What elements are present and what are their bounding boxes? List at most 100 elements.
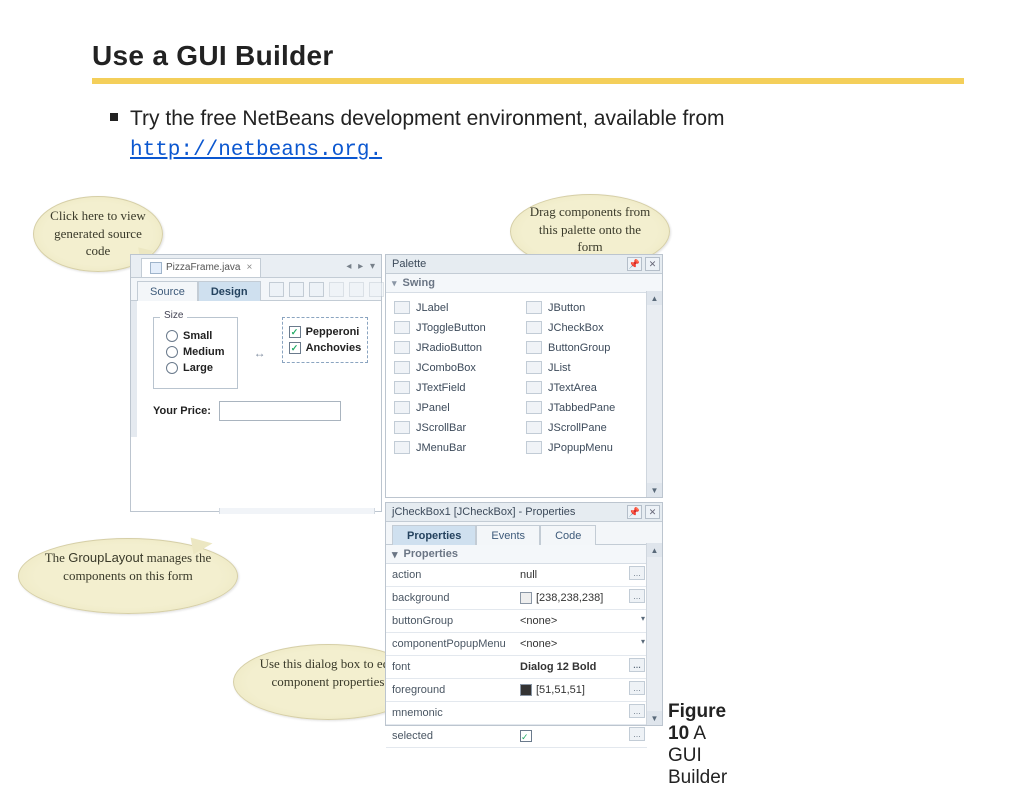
property-value[interactable]: … bbox=[514, 702, 647, 725]
scroll-up-icon[interactable]: ▲ bbox=[647, 291, 662, 305]
toolbar-icon[interactable] bbox=[349, 282, 364, 297]
checkbox-icon[interactable] bbox=[520, 730, 532, 742]
pin-icon[interactable]: 📌 bbox=[627, 505, 642, 519]
property-row[interactable]: selected… bbox=[386, 725, 647, 748]
palette-item-label: JPanel bbox=[416, 402, 450, 414]
palette-item[interactable]: JTextArea bbox=[526, 379, 658, 396]
component-icon bbox=[526, 401, 542, 414]
ellipsis-button[interactable]: … bbox=[629, 658, 645, 672]
checkbox-icon bbox=[289, 326, 301, 338]
radio-icon bbox=[166, 330, 178, 342]
palette-item[interactable]: JLabel bbox=[394, 299, 526, 316]
close-icon[interactable]: ✕ bbox=[645, 257, 660, 271]
scroll-down-icon[interactable]: ▼ bbox=[647, 711, 662, 725]
palette-item[interactable]: JPopupMenu bbox=[526, 439, 658, 456]
file-tab-pizzaframe[interactable]: PizzaFrame.java × bbox=[141, 258, 261, 277]
ellipsis-button[interactable]: … bbox=[629, 589, 645, 603]
callout-grouplayout: The GroupLayout manages the components o… bbox=[18, 538, 238, 614]
chevron-down-icon[interactable]: ▾ bbox=[641, 614, 645, 623]
checkbox-anchovies[interactable]: Anchovies bbox=[289, 342, 362, 354]
property-row[interactable]: mnemonic… bbox=[386, 702, 647, 725]
toolbar-icon[interactable] bbox=[309, 282, 324, 297]
property-value[interactable]: [51,51,51]… bbox=[514, 679, 647, 702]
price-input[interactable] bbox=[219, 401, 341, 421]
radio-small[interactable]: Small bbox=[166, 330, 225, 342]
property-key: background bbox=[386, 587, 514, 610]
property-value[interactable]: <none>▾ bbox=[514, 610, 647, 633]
property-row[interactable]: background[238,238,238]… bbox=[386, 587, 647, 610]
callout-mono: GroupLayout bbox=[68, 550, 143, 565]
section-label: Properties bbox=[404, 548, 458, 560]
scroll-down-icon[interactable]: ▼ bbox=[647, 483, 662, 497]
palette-item[interactable]: JToggleButton bbox=[394, 319, 526, 336]
checkbox-pepperoni[interactable]: Pepperoni bbox=[289, 326, 362, 338]
palette-item[interactable]: JButton bbox=[526, 299, 658, 316]
property-row[interactable]: buttonGroup<none>▾ bbox=[386, 610, 647, 633]
section-label: Swing bbox=[403, 277, 435, 289]
tab-nav-arrows[interactable]: ◂ ▸ ▾ bbox=[346, 261, 377, 272]
toolbar-icon[interactable] bbox=[329, 282, 344, 297]
component-icon bbox=[526, 441, 542, 454]
property-key: foreground bbox=[386, 679, 514, 702]
close-icon[interactable]: ✕ bbox=[645, 505, 660, 519]
design-canvas[interactable]: Size Small Medium Large ↔ Pepperoni Anch… bbox=[131, 301, 381, 437]
chevron-down-icon[interactable]: ▾ bbox=[641, 637, 645, 646]
ellipsis-button[interactable]: … bbox=[629, 566, 645, 580]
palette-item[interactable]: JList bbox=[526, 359, 658, 376]
palette-item[interactable]: JScrollBar bbox=[394, 419, 526, 436]
toolbar-icon[interactable] bbox=[369, 282, 384, 297]
scroll-up-icon[interactable]: ▲ bbox=[647, 543, 662, 557]
tab-code[interactable]: Code bbox=[540, 525, 596, 545]
property-value[interactable]: [238,238,238]… bbox=[514, 587, 647, 610]
palette-item[interactable]: JMenuBar bbox=[394, 439, 526, 456]
palette-section-swing[interactable]: ▾ Swing bbox=[386, 274, 662, 293]
tab-design[interactable]: Design bbox=[198, 281, 261, 301]
pane-title: Palette bbox=[392, 258, 426, 270]
color-swatch-icon bbox=[520, 592, 532, 604]
property-row[interactable]: foreground[51,51,51]… bbox=[386, 679, 647, 702]
palette-item[interactable]: JPanel bbox=[394, 399, 526, 416]
radio-icon bbox=[166, 362, 178, 374]
palette-item[interactable]: JTabbedPane bbox=[526, 399, 658, 416]
property-row[interactable]: actionnull… bbox=[386, 564, 647, 587]
properties-section[interactable]: ▾ Properties bbox=[386, 545, 662, 564]
radio-icon bbox=[166, 346, 178, 358]
property-row[interactable]: componentPopupMenu<none>▾ bbox=[386, 633, 647, 656]
figure-caption: Figure 10 A GUI Builder bbox=[668, 701, 727, 789]
radio-label: Large bbox=[183, 362, 213, 374]
palette-item-label: JCheckBox bbox=[548, 322, 604, 334]
palette-item[interactable]: JScrollPane bbox=[526, 419, 658, 436]
palette-item[interactable]: JCheckBox bbox=[526, 319, 658, 336]
pin-icon[interactable]: 📌 bbox=[627, 257, 642, 271]
palette-item[interactable]: JComboBox bbox=[394, 359, 526, 376]
figure-area: Click here to view generated source code… bbox=[38, 196, 678, 736]
property-row[interactable]: fontDialog 12 Bold… bbox=[386, 656, 647, 679]
palette-item[interactable]: JTextField bbox=[394, 379, 526, 396]
ellipsis-button[interactable]: … bbox=[629, 704, 645, 718]
property-value[interactable]: Dialog 12 Bold… bbox=[514, 656, 647, 679]
palette-item[interactable]: ButtonGroup bbox=[526, 339, 658, 356]
tab-properties[interactable]: Properties bbox=[392, 525, 476, 545]
ellipsis-button[interactable]: … bbox=[629, 727, 645, 741]
tab-events[interactable]: Events bbox=[476, 525, 540, 545]
scrollbar[interactable]: ▲ ▼ bbox=[646, 291, 662, 497]
component-icon bbox=[394, 441, 410, 454]
palette-item[interactable]: JRadioButton bbox=[394, 339, 526, 356]
toolbar-icon[interactable] bbox=[269, 282, 284, 297]
property-value[interactable]: … bbox=[514, 725, 647, 748]
palette-item-label: JToggleButton bbox=[416, 322, 486, 334]
netbeans-link[interactable]: http://netbeans.org. bbox=[130, 139, 382, 162]
radio-large[interactable]: Large bbox=[166, 362, 225, 374]
scrollbar[interactable]: ▲ ▼ bbox=[646, 543, 662, 725]
toolbar-icon[interactable] bbox=[289, 282, 304, 297]
resize-handle[interactable] bbox=[219, 508, 375, 514]
properties-header: jCheckBox1 [JCheckBox] - Properties 📌 ✕ bbox=[386, 503, 662, 522]
file-tab-label: PizzaFrame.java bbox=[166, 262, 240, 273]
component-icon bbox=[394, 301, 410, 314]
property-value[interactable]: null… bbox=[514, 564, 647, 587]
ellipsis-button[interactable]: … bbox=[629, 681, 645, 695]
tab-source[interactable]: Source bbox=[137, 281, 198, 301]
property-value[interactable]: <none>▾ bbox=[514, 633, 647, 656]
radio-medium[interactable]: Medium bbox=[166, 346, 225, 358]
close-icon[interactable]: × bbox=[246, 262, 252, 273]
